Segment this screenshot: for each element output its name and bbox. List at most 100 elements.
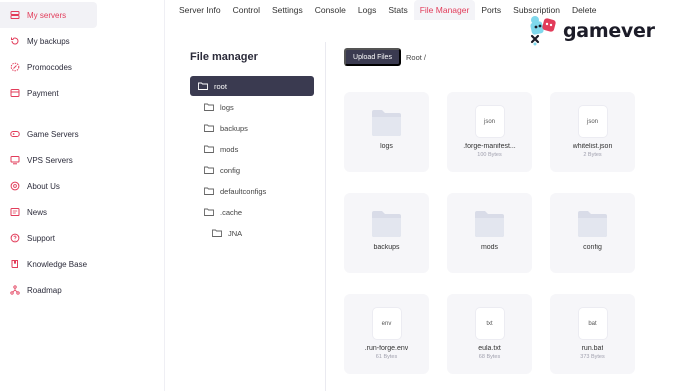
sidebar-item-label: My servers bbox=[27, 10, 67, 20]
json-file-icon: json bbox=[578, 106, 607, 137]
tree-item-root[interactable]: root bbox=[190, 76, 314, 96]
sidebar-item-label: Roadmap bbox=[27, 285, 62, 295]
logo-mascot-icon bbox=[527, 14, 561, 48]
sidebar-item-label: Game Servers bbox=[27, 129, 79, 139]
file-card-run-bat[interactable]: bat run.bat 373 Bytes bbox=[550, 294, 635, 374]
roadmap-icon bbox=[10, 285, 20, 295]
folder-icon bbox=[204, 187, 214, 195]
tree-item-cache[interactable]: .cache bbox=[204, 202, 242, 222]
sidebar-item-news[interactable]: News bbox=[0, 199, 97, 225]
folder-icon bbox=[198, 82, 208, 90]
tab-stats[interactable]: Stats bbox=[382, 0, 413, 20]
backup-icon bbox=[10, 36, 20, 46]
file-name: mods bbox=[480, 244, 499, 251]
folder-icon bbox=[475, 211, 504, 237]
file-name: eula.txt bbox=[478, 345, 501, 352]
file-name: .forge-manifest... bbox=[463, 143, 516, 150]
sidebar-item-label: My backups bbox=[27, 36, 70, 46]
vps-icon bbox=[10, 155, 20, 165]
sidebar-item-label: Knowledge Base bbox=[27, 259, 88, 269]
tree-item-label: JNA bbox=[228, 228, 243, 238]
folder-icon bbox=[204, 166, 214, 174]
file-card-logs[interactable]: logs bbox=[344, 92, 429, 172]
page-title: File manager bbox=[190, 51, 258, 63]
folder-icon bbox=[578, 211, 607, 237]
knowledge-icon bbox=[10, 259, 20, 269]
sidebar-item-support[interactable]: Support bbox=[0, 225, 97, 251]
file-name: run.bat bbox=[581, 345, 604, 352]
tab-settings[interactable]: Settings bbox=[266, 0, 309, 20]
sidebar-item-label: Payment bbox=[27, 88, 59, 98]
file-card-whitelist[interactable]: json whitelist.json 2 Bytes bbox=[550, 92, 635, 172]
gamepad-icon bbox=[10, 129, 20, 139]
sidebar-item-roadmap[interactable]: Roadmap bbox=[0, 277, 97, 303]
file-card-mods[interactable]: mods bbox=[447, 193, 532, 273]
file-name: backups bbox=[373, 244, 400, 251]
sidebar-item-label: Support bbox=[27, 233, 56, 243]
tree-item-label: mods bbox=[220, 144, 239, 154]
panel-divider bbox=[325, 42, 326, 391]
sidebar-item-knowledge-base[interactable]: Knowledge Base bbox=[0, 251, 97, 277]
payment-icon bbox=[10, 88, 20, 98]
file-name: logs bbox=[380, 143, 393, 150]
tree-item-label: backups bbox=[220, 123, 248, 133]
folder-icon bbox=[372, 211, 401, 237]
file-name: config bbox=[583, 244, 602, 251]
tree-item-label: defaultconfigs bbox=[220, 186, 267, 196]
gamever-logo: gamever bbox=[527, 14, 677, 48]
tree-item-label: logs bbox=[220, 102, 234, 112]
sidebar-item-game-servers[interactable]: Game Servers bbox=[0, 121, 97, 147]
about-icon bbox=[10, 181, 20, 191]
folder-icon bbox=[204, 208, 214, 216]
tree-item-jna[interactable]: JNA bbox=[212, 223, 242, 243]
sidebar-item-promocodes[interactable]: Promocodes bbox=[0, 54, 97, 80]
folder-icon bbox=[204, 124, 214, 132]
sidebar-item-my-backups[interactable]: My backups bbox=[0, 28, 97, 54]
tab-logs[interactable]: Logs bbox=[352, 0, 382, 20]
sidebar-item-label: Promocodes bbox=[27, 62, 72, 72]
upload-files-button[interactable]: Upload Files bbox=[344, 48, 401, 66]
sidebar-item-my-servers[interactable]: My servers bbox=[0, 2, 97, 28]
file-size: 2 Bytes bbox=[583, 152, 602, 158]
promo-icon bbox=[10, 62, 20, 72]
tree-item-logs[interactable]: logs bbox=[204, 97, 234, 117]
file-card-config[interactable]: config bbox=[550, 193, 635, 273]
logo-wordmark: gamever bbox=[563, 20, 655, 42]
sidebar-item-about-us[interactable]: About Us bbox=[0, 173, 97, 199]
sidebar-item-vps-servers[interactable]: VPS Servers bbox=[0, 147, 97, 173]
tree-item-mods[interactable]: mods bbox=[204, 139, 238, 159]
folder-icon bbox=[204, 103, 214, 111]
file-name: whitelist.json bbox=[572, 143, 613, 150]
tree-item-label: .cache bbox=[220, 207, 243, 217]
tab-control[interactable]: Control bbox=[227, 0, 266, 20]
support-icon bbox=[10, 233, 20, 243]
breadcrumb[interactable]: Root / bbox=[406, 53, 426, 62]
tree-item-backups[interactable]: backups bbox=[204, 118, 248, 138]
sidebar-item-label: About Us bbox=[27, 181, 60, 191]
file-card-backups[interactable]: backups bbox=[344, 193, 429, 273]
sidebar-item-label: News bbox=[27, 207, 48, 217]
tab-ports[interactable]: Ports bbox=[475, 0, 507, 20]
bat-file-icon: bat bbox=[578, 308, 607, 339]
tree-item-config[interactable]: config bbox=[204, 160, 240, 180]
file-card-forge-manifest[interactable]: json .forge-manifest... 100 Bytes bbox=[447, 92, 532, 172]
file-card-eula[interactable]: txt eula.txt 68 Bytes bbox=[447, 294, 532, 374]
file-size: 61 Bytes bbox=[375, 354, 398, 360]
folder-icon bbox=[204, 145, 214, 153]
sidebar: My servers My backups Promocodes Payment… bbox=[0, 0, 165, 391]
tree-item-defaultconfigs[interactable]: defaultconfigs bbox=[204, 181, 266, 201]
env-file-icon: env bbox=[372, 308, 401, 339]
sidebar-item-payment[interactable]: Payment bbox=[0, 80, 97, 106]
json-file-icon: json bbox=[475, 106, 504, 137]
file-size: 68 Bytes bbox=[478, 354, 501, 360]
tab-console[interactable]: Console bbox=[309, 0, 352, 20]
file-card-run-forge-env[interactable]: env .run-forge.env 61 Bytes bbox=[344, 294, 429, 374]
file-name: .run-forge.env bbox=[364, 345, 409, 352]
file-size: 100 Bytes bbox=[477, 152, 502, 158]
file-size: 373 Bytes bbox=[580, 354, 605, 360]
tab-file-manager[interactable]: File Manager bbox=[413, 0, 476, 20]
folder-icon bbox=[212, 229, 222, 237]
tab-server-info[interactable]: Server Info bbox=[173, 0, 227, 20]
sidebar-item-label: VPS Servers bbox=[27, 155, 73, 165]
folder-icon bbox=[372, 110, 401, 136]
